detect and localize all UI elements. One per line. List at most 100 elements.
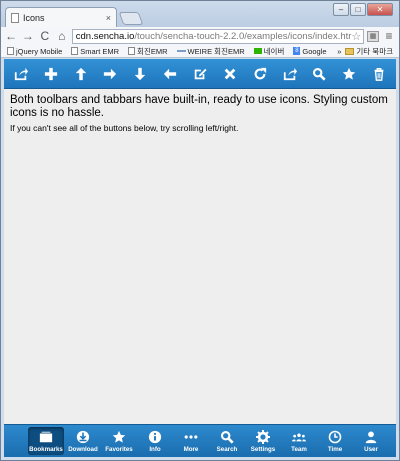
bookmark-label: 네이버 (263, 46, 285, 56)
tab-favorites[interactable]: Favorites (102, 425, 136, 457)
bookmark-item[interactable]: 회진EMR (128, 46, 168, 57)
arrow-down-icon (135, 67, 146, 80)
browser-window: Icons × – □ ✕ ← → C ⌂ cdn.sencha.io/touc… (0, 0, 400, 461)
trash-button[interactable] (366, 62, 392, 86)
refresh-icon (254, 67, 266, 79)
bookmarks-bar: jQuery Mobile Smart EMR 회진EMR WEIRE 회진EM… (1, 45, 399, 58)
tab-team[interactable]: Team (282, 425, 316, 457)
arrow-up-icon (75, 67, 86, 80)
compose-button[interactable] (187, 62, 213, 86)
url-host: cdn.sencha.io (75, 30, 135, 42)
tab-label: Favorites (105, 445, 133, 453)
tab-label: Download (68, 445, 98, 453)
reply-button[interactable] (277, 62, 303, 86)
google-icon: 8 (293, 47, 301, 55)
window-controls: – □ ✕ (333, 3, 393, 16)
bookmark-item[interactable]: Smart EMR (71, 47, 119, 56)
bottom-tabbar: Bookmarks Download Favorites Info More S… (4, 424, 396, 457)
bookmark-label: Google (302, 46, 327, 56)
star-icon (342, 67, 356, 80)
arrow-left-button[interactable] (157, 62, 183, 86)
bookmark-item[interactable]: 8 Google (293, 46, 327, 56)
tab-download[interactable]: Download (66, 425, 100, 457)
bookmark-item[interactable]: WEIRE 회진EMR (176, 46, 245, 57)
browser-tab[interactable]: Icons × (5, 7, 117, 27)
tab-title: Icons (23, 12, 45, 23)
page-icon (11, 12, 19, 23)
arrow-right-icon (104, 68, 117, 79)
tab-label: User (364, 445, 378, 453)
download-icon (76, 430, 90, 443)
tab-label: Team (291, 445, 307, 453)
action-button[interactable] (8, 62, 34, 86)
action-icon (14, 67, 28, 80)
tab-info[interactable]: Info (138, 425, 172, 457)
home-button[interactable]: ⌂ (55, 29, 69, 43)
extension-icon[interactable]: ▦ (367, 30, 380, 42)
tab-settings[interactable]: Settings (246, 425, 280, 457)
new-tab-button[interactable] (118, 12, 144, 25)
more-icon (184, 434, 198, 439)
tab-label: More (183, 445, 199, 453)
info-icon (148, 430, 162, 443)
bookmark-page-icon (71, 47, 79, 55)
tab-search[interactable]: Search (210, 425, 244, 457)
menu-icon[interactable]: ≡ (382, 29, 396, 43)
add-icon (44, 67, 57, 80)
search-button[interactable] (306, 62, 332, 86)
maximize-button[interactable]: □ (350, 3, 366, 16)
bookmarks-overflow-button[interactable]: » (337, 47, 341, 56)
star-button[interactable] (336, 62, 362, 86)
delete-button[interactable] (217, 62, 243, 86)
close-window-button[interactable]: ✕ (367, 3, 393, 16)
tab-close-button[interactable]: × (106, 13, 111, 23)
title-bar: Icons × – □ ✕ (1, 1, 399, 27)
page-viewport: Both toolbars and tabbars have built-in,… (4, 59, 396, 457)
add-button[interactable] (38, 62, 64, 86)
intro-text: Both toolbars and tabbars have built-in,… (10, 94, 388, 119)
bookmark-page-icon (7, 47, 14, 55)
bookmark-label: 회진EMR (137, 46, 168, 56)
tab-label: Search (216, 445, 238, 453)
tab-bookmarks[interactable]: Bookmarks (28, 427, 64, 455)
page-content: Both toolbars and tabbars have built-in,… (10, 94, 392, 133)
bookmark-label: WEIRE 회진EMR (187, 46, 245, 56)
user-icon (365, 430, 377, 443)
browser-toolbar: ← → C ⌂ cdn.sencha.io/touch/sencha-touch… (1, 27, 399, 45)
trash-icon (374, 67, 384, 81)
settings-icon (256, 429, 270, 444)
reply-icon (283, 67, 297, 80)
icon-toolbar (4, 59, 396, 89)
other-bookmarks-label: 기타 북마크 (356, 46, 393, 56)
bookmark-page-icon (128, 47, 136, 55)
bookmark-label: Smart EMR (80, 46, 120, 56)
url-path: /touch/sencha-touch-2.2.0/examples/icons… (134, 30, 352, 42)
favorites-icon (112, 430, 126, 443)
tab-more[interactable]: More (174, 425, 208, 457)
naver-icon (253, 48, 262, 54)
address-bar[interactable]: cdn.sencha.io/touch/sencha-touch-2.2.0/e… (71, 28, 365, 44)
team-icon (292, 433, 306, 441)
bookmark-star-icon[interactable]: ☆ (351, 30, 361, 43)
folder-icon (345, 47, 355, 55)
arrow-up-button[interactable] (68, 62, 94, 86)
tab-label: Time (327, 445, 343, 453)
tab-user[interactable]: User (354, 425, 388, 457)
tab-label: Settings (250, 445, 276, 453)
scroll-hint-text: If you can't see all of the buttons belo… (10, 123, 239, 133)
forward-button[interactable]: → (21, 29, 35, 43)
other-bookmarks-folder[interactable]: 기타 북마크 (345, 46, 393, 57)
bookmark-item[interactable]: jQuery Mobile (7, 47, 62, 56)
minimize-button[interactable]: – (333, 3, 349, 16)
bookmarks-icon (39, 431, 53, 442)
reload-button[interactable]: C (38, 29, 52, 43)
back-button[interactable]: ← (4, 29, 18, 43)
refresh-button[interactable] (247, 62, 273, 86)
bookmark-item[interactable]: 네이버 (253, 46, 285, 57)
tab-time[interactable]: Time (318, 425, 352, 457)
arrow-right-button[interactable] (97, 62, 123, 86)
tab-label: Bookmarks (29, 445, 63, 453)
arrow-down-button[interactable] (127, 62, 153, 86)
delete-icon (224, 68, 236, 79)
tab-label: Info (149, 445, 161, 453)
